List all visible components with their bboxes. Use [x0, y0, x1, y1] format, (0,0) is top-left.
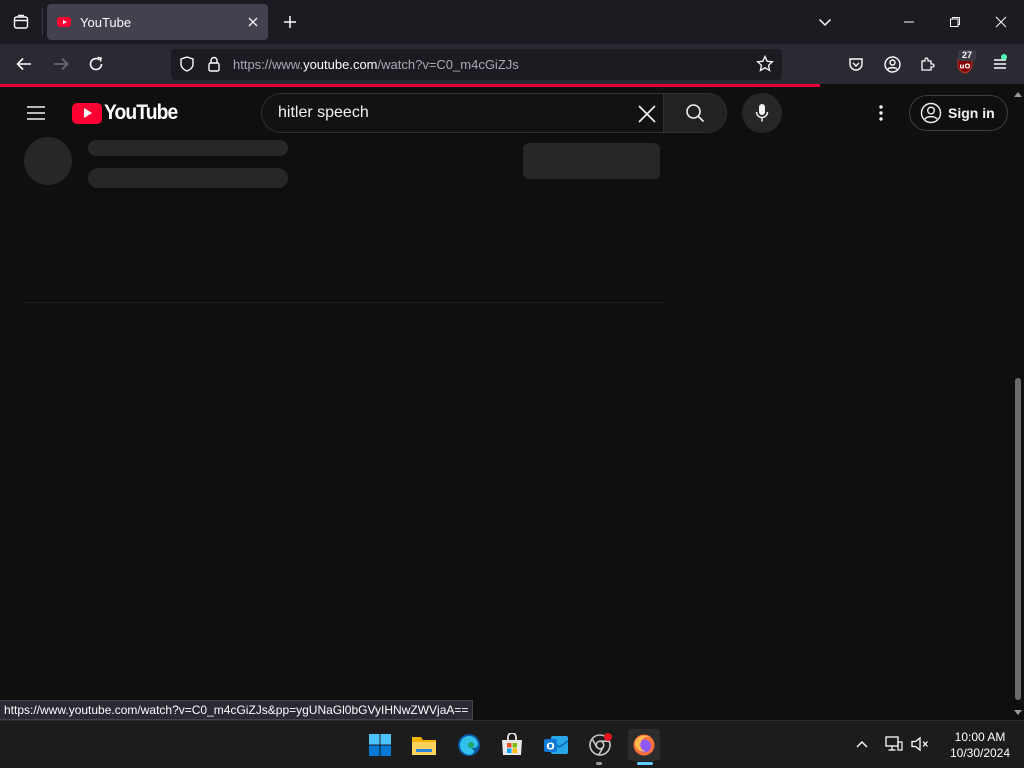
page-loading-bar: [0, 84, 820, 87]
search-input[interactable]: hitler speech: [278, 104, 369, 122]
forward-arrow-icon[interactable]: [49, 53, 73, 75]
clock-date: 10/30/2024: [949, 746, 1011, 760]
more-options-icon[interactable]: [869, 101, 893, 125]
tab-title: YouTube: [80, 14, 132, 30]
firefox-browser-icon[interactable]: [628, 729, 660, 761]
scroll-up-arrow-icon[interactable]: [1012, 89, 1024, 99]
search-icon: [686, 104, 705, 123]
bookmark-star-icon[interactable]: [755, 55, 775, 73]
account-icon[interactable]: [882, 54, 902, 74]
pocket-icon[interactable]: [846, 54, 866, 74]
chrome-running-indicator: [596, 762, 602, 765]
microphone-icon: [755, 104, 769, 122]
tab-close-icon[interactable]: [244, 13, 262, 31]
url-text[interactable]: https://www.youtube.com/watch?v=C0_m4cGi…: [233, 57, 519, 72]
tracking-protection-shield-icon[interactable]: [178, 55, 196, 73]
search-button[interactable]: [663, 93, 727, 133]
channel-name-placeholder: [88, 140, 288, 156]
url-domain: youtube.com: [303, 57, 378, 72]
youtube-favicon-icon: [57, 17, 71, 27]
guide-menu-icon[interactable]: [24, 101, 48, 125]
back-arrow-icon[interactable]: [12, 53, 36, 75]
url-path: /watch?v=C0_m4cGiZJs: [377, 57, 519, 72]
channel-avatar-placeholder: [24, 137, 72, 185]
volume-muted-icon[interactable]: [910, 734, 930, 754]
user-circle-icon: [920, 102, 942, 124]
file-explorer-icon[interactable]: [408, 729, 440, 761]
extensions-puzzle-icon[interactable]: [918, 54, 938, 74]
lock-icon[interactable]: [205, 55, 223, 73]
svg-text:O: O: [546, 742, 555, 753]
firefox-active-indicator: [637, 762, 653, 765]
content-divider: [24, 302, 664, 303]
edge-browser-icon[interactable]: [453, 729, 485, 761]
window-minimize-button[interactable]: [898, 12, 920, 32]
start-button-icon[interactable]: [364, 729, 396, 761]
blocked-count-badge: 27: [958, 50, 976, 61]
tab-separator: [42, 8, 43, 36]
link-status-url: https://www.youtube.com/watch?v=C0_m4cGi…: [0, 700, 474, 720]
youtube-logo[interactable]: YouTube: [72, 101, 184, 124]
scroll-down-arrow-icon[interactable]: [1012, 708, 1024, 718]
scrollbar-thumb[interactable]: [1015, 378, 1021, 700]
reload-icon[interactable]: [84, 53, 108, 75]
firefox-view-icon[interactable]: [8, 8, 34, 36]
show-hidden-icons-chevron-icon[interactable]: [854, 735, 870, 753]
network-icon[interactable]: [884, 734, 904, 754]
tab-youtube[interactable]: YouTube: [47, 4, 268, 40]
sign-in-label: Sign in: [948, 105, 995, 121]
sign-in-button[interactable]: Sign in: [909, 95, 1008, 131]
youtube-play-logo-icon: [72, 102, 102, 124]
outlook-icon[interactable]: O: [540, 729, 572, 761]
clear-search-icon[interactable]: [634, 101, 660, 127]
window-close-button[interactable]: [990, 12, 1012, 32]
new-tab-button[interactable]: [280, 12, 300, 32]
youtube-logo-text: YouTube: [104, 101, 178, 124]
chrome-browser-icon[interactable]: [584, 729, 616, 761]
url-prefix: https://www.: [233, 57, 304, 72]
update-dot-icon: [1001, 54, 1007, 60]
app-menu-icon[interactable]: [990, 54, 1010, 74]
subscriber-count-placeholder: [88, 168, 288, 188]
taskbar-clock[interactable]: 10:00 AM 10/30/2024: [940, 729, 1020, 761]
clock-time: 10:00 AM: [954, 730, 1006, 744]
subscribe-button-placeholder: [523, 143, 660, 179]
svg-text:uO: uO: [960, 63, 971, 71]
window-restore-button[interactable]: [944, 12, 966, 32]
voice-search-button[interactable]: [742, 93, 782, 133]
list-all-tabs-chevron-icon[interactable]: [815, 12, 835, 32]
microsoft-store-icon[interactable]: [496, 729, 528, 761]
